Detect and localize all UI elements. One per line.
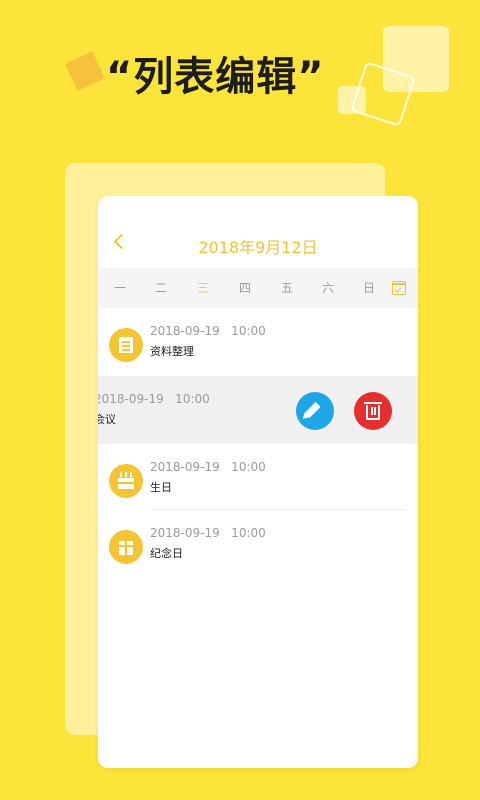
list-item[interactable]: 2018-09-19 10:00 纪念日 [98, 512, 418, 578]
week-bar: 一 二 三 四 五 六 日 [98, 268, 418, 308]
decorative-diamond [65, 51, 105, 91]
weekday-tue[interactable]: 二 [149, 268, 173, 308]
divider [150, 509, 405, 510]
list-item[interactable]: 2018-09-19 10:00 生日 [98, 446, 418, 512]
app-header: 2018年9月12日 [98, 196, 418, 268]
weekday-fri[interactable]: 五 [275, 268, 299, 308]
item-title: 纪念日 [150, 547, 183, 560]
edit-button[interactable] [296, 392, 334, 430]
item-time: 2018-09-19 10:00 [150, 526, 266, 540]
phone-screen: 2018年9月12日 一 二 三 四 五 六 日 2018-09-19 10:0… [98, 196, 418, 768]
item-title: 资料整理 [150, 345, 194, 358]
promo-headline: “列表编辑” [106, 54, 325, 100]
item-title: 会议 [98, 413, 116, 426]
list-item[interactable]: 2018-09-19 10:00 资料整理 [98, 310, 418, 376]
document-icon [109, 328, 143, 362]
weekday-mon[interactable]: 一 [108, 268, 132, 308]
trash-icon [364, 402, 382, 420]
item-time: 2018-09-19 10:00 [98, 392, 210, 406]
header-date-title: 2018年9月12日 [198, 238, 318, 257]
weekday-wed[interactable]: 三 [191, 268, 215, 308]
calendar-check-icon[interactable] [392, 281, 406, 295]
weekday-sun[interactable]: 日 [357, 268, 381, 308]
gift-icon [109, 530, 143, 564]
item-time: 2018-09-19 10:00 [150, 324, 266, 338]
item-title: 生日 [150, 481, 172, 494]
weekday-sat[interactable]: 六 [316, 268, 340, 308]
weekday-thu[interactable]: 四 [233, 268, 257, 308]
pen-icon [304, 401, 321, 419]
delete-button[interactable] [354, 392, 392, 430]
cake-icon [109, 464, 143, 498]
item-time: 2018-09-19 10:00 [150, 460, 266, 474]
